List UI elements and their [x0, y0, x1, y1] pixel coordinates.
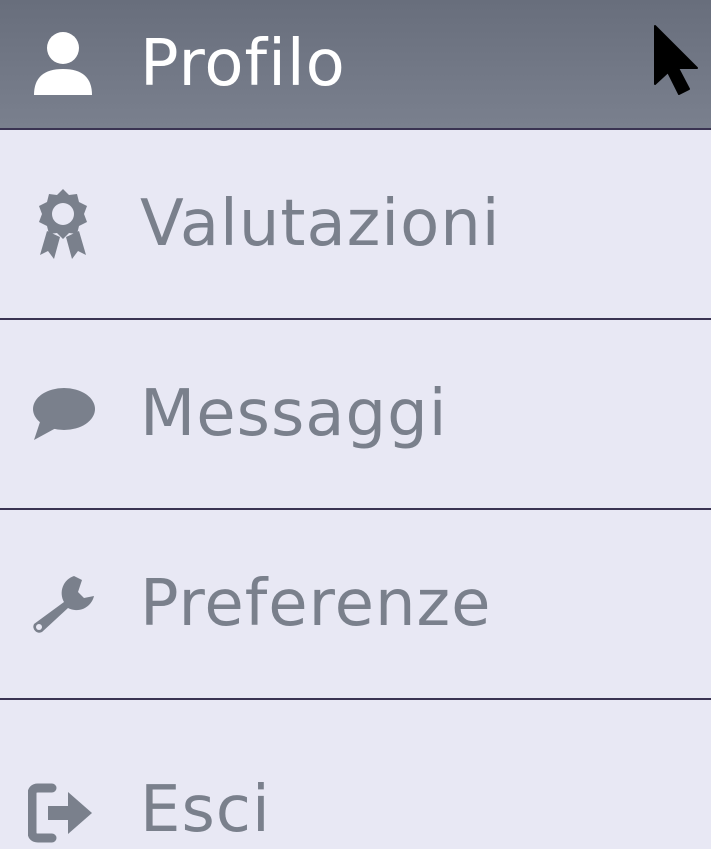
- menu-item-profilo[interactable]: Profilo: [0, 0, 711, 130]
- sign-out-icon: [28, 778, 98, 848]
- menu-item-label: Preferenze: [140, 567, 492, 641]
- menu-item-label: Profilo: [140, 27, 346, 101]
- menu-item-label: Valutazioni: [140, 187, 501, 261]
- comment-icon: [28, 379, 98, 449]
- menu-item-esci[interactable]: Esci: [0, 700, 711, 849]
- wrench-icon: [28, 569, 98, 639]
- menu-item-preferenze[interactable]: Preferenze: [0, 510, 711, 700]
- menu-item-label: Esci: [140, 773, 271, 847]
- mouse-cursor-icon: [651, 24, 703, 96]
- side-menu: Profilo Valutazioni Messaggi Preferenze …: [0, 0, 711, 849]
- menu-item-messaggi[interactable]: Messaggi: [0, 320, 711, 510]
- award-icon: [28, 189, 98, 259]
- menu-item-label: Messaggi: [140, 377, 448, 451]
- user-icon: [28, 29, 98, 99]
- menu-item-valutazioni[interactable]: Valutazioni: [0, 130, 711, 320]
